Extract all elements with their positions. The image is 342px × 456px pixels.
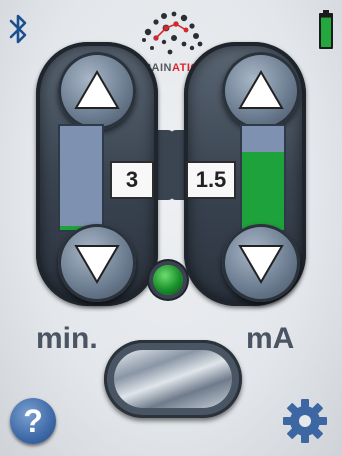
help-button[interactable]: ? xyxy=(10,398,56,444)
current-increase-button[interactable] xyxy=(222,52,300,130)
current-level-fill xyxy=(242,152,284,230)
duration-unit-label: min. xyxy=(36,322,98,355)
duration-increase-button[interactable] xyxy=(58,52,136,130)
help-label: ? xyxy=(23,403,43,439)
duration-value: 3 xyxy=(110,161,154,199)
gear-icon[interactable] xyxy=(280,396,330,446)
current-decrease-button[interactable] xyxy=(222,224,300,302)
triangle-down-icon xyxy=(238,245,284,284)
start-stop-button[interactable] xyxy=(104,340,242,418)
current-value: 1.5 xyxy=(186,161,236,199)
triangle-up-icon xyxy=(238,70,284,109)
duration-level-bar xyxy=(58,124,104,232)
duration-decrease-button[interactable] xyxy=(58,224,136,302)
current-level-bar xyxy=(240,124,286,232)
triangle-up-icon xyxy=(74,70,120,109)
status-indicator-light xyxy=(153,265,183,295)
device-screen: BRAINATICA 3 1.5 min. mA xyxy=(0,0,342,456)
battery-icon xyxy=(319,10,333,49)
triangle-down-icon xyxy=(74,245,120,284)
current-unit-label: mA xyxy=(246,322,295,355)
bluetooth-icon xyxy=(9,14,27,44)
start-stop-button-face xyxy=(114,350,232,408)
